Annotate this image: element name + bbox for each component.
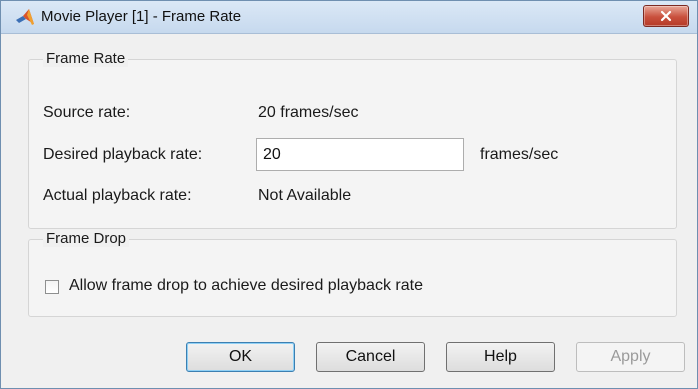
close-button[interactable] xyxy=(643,5,689,27)
desired-rate-units: frames/sec xyxy=(480,146,559,163)
actual-rate-value: Not Available xyxy=(258,187,352,204)
source-rate-value: 20 frames/sec xyxy=(258,104,359,121)
source-rate-label: Source rate: xyxy=(43,104,131,121)
close-icon xyxy=(660,10,672,22)
desired-rate-label: Desired playback rate: xyxy=(43,146,203,163)
ok-button[interactable]: OK xyxy=(186,342,295,372)
frame-rate-group-title: Frame Rate xyxy=(43,50,129,67)
actual-rate-label: Actual playback rate: xyxy=(43,187,192,204)
dialog-window: Movie Player [1] - Frame Rate Frame Rate… xyxy=(0,0,698,389)
frame-drop-checkbox[interactable] xyxy=(45,280,59,294)
frame-drop-checkbox-label[interactable]: Allow frame drop to achieve desired play… xyxy=(69,277,423,295)
apply-button[interactable]: Apply xyxy=(576,342,685,372)
cancel-button[interactable]: Cancel xyxy=(316,342,425,372)
frame-drop-group-title: Frame Drop xyxy=(43,230,130,247)
matlab-logo-icon xyxy=(15,8,35,26)
help-button[interactable]: Help xyxy=(446,342,555,372)
desired-rate-input[interactable]: 20 xyxy=(256,138,464,171)
title-bar[interactable]: Movie Player [1] - Frame Rate xyxy=(1,1,697,34)
window-title: Movie Player [1] - Frame Rate xyxy=(41,8,242,25)
